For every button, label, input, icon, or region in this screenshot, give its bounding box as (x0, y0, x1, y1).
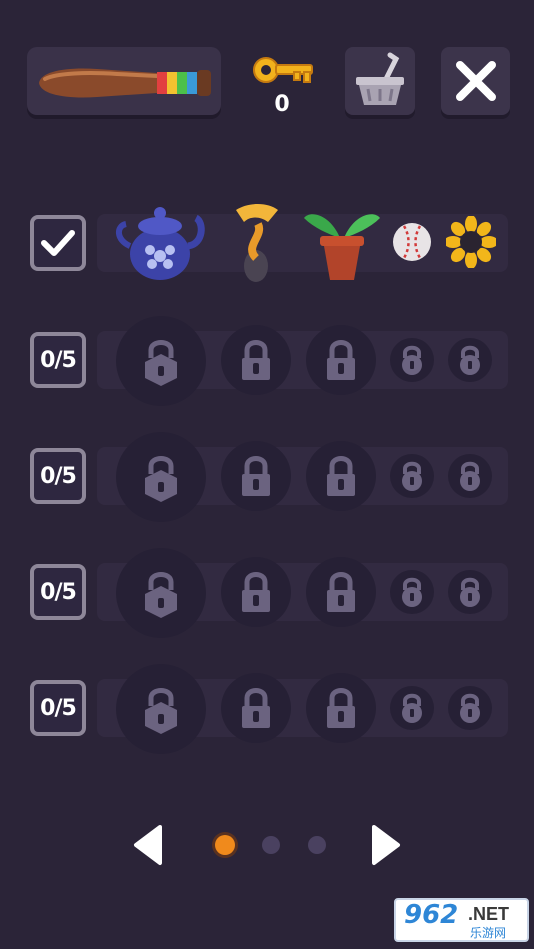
lock-icon (402, 693, 422, 723)
locked-slot[interactable] (116, 432, 206, 522)
shop-button[interactable] (345, 47, 415, 115)
locked-slot[interactable] (116, 664, 206, 754)
locked-slot[interactable] (221, 673, 291, 743)
page-dot-3[interactable] (308, 836, 326, 854)
key-count: 0 (274, 92, 290, 117)
arrow-left-icon[interactable] (130, 824, 164, 866)
lock-icon (460, 461, 480, 491)
lock-icon (402, 577, 422, 607)
lock-icon (402, 345, 422, 375)
site-watermark: 962 .NET 乐游网 (394, 898, 529, 942)
locked-slot[interactable] (306, 673, 376, 743)
row-4-status-badge: 0/5 (30, 564, 86, 620)
row-3-progress: 0/5 (40, 463, 77, 489)
row-4-progress: 0/5 (40, 579, 77, 605)
locked-slot[interactable] (390, 338, 434, 382)
lock-icon (145, 572, 177, 618)
sunflower-icon[interactable] (446, 216, 496, 268)
locked-slot[interactable] (221, 557, 291, 627)
lock-icon (460, 693, 480, 723)
watermark-number: 962 (404, 900, 459, 930)
locked-slot[interactable] (448, 570, 492, 614)
locked-slot[interactable] (390, 570, 434, 614)
equipped-weapon-panel[interactable] (27, 47, 221, 115)
row-5-progress: 0/5 (40, 695, 77, 721)
row-3-status-badge: 0/5 (30, 448, 86, 504)
locked-slot[interactable] (390, 454, 434, 498)
teapot-icon[interactable] (112, 196, 208, 286)
arrow-right-icon[interactable] (370, 824, 404, 866)
row-1-status-badge (30, 215, 86, 271)
row-2-status-badge: 0/5 (30, 332, 86, 388)
close-button[interactable] (441, 47, 510, 115)
lock-icon (402, 461, 422, 491)
lock-icon (327, 340, 355, 380)
lock-icon (145, 456, 177, 502)
page-dot-2[interactable] (262, 836, 280, 854)
locked-slot[interactable] (448, 454, 492, 498)
locked-slot[interactable] (221, 441, 291, 511)
lock-icon (327, 688, 355, 728)
baseball-icon[interactable] (390, 220, 434, 264)
locked-slot[interactable] (306, 441, 376, 511)
lock-icon (242, 688, 270, 728)
locked-slot[interactable] (116, 316, 206, 406)
potted-plant-icon[interactable] (300, 204, 384, 284)
checkmark-icon (41, 230, 75, 256)
row-2-progress: 0/5 (40, 347, 77, 373)
locked-slot[interactable] (221, 325, 291, 395)
golden-key-icon (253, 57, 313, 83)
lock-icon (327, 456, 355, 496)
locked-slot[interactable] (448, 338, 492, 382)
row-5-status-badge: 0/5 (30, 680, 86, 736)
locked-slot[interactable] (306, 325, 376, 395)
watermark-domain: .NET (468, 904, 510, 924)
page-dot-1-core (215, 835, 235, 855)
lock-icon (145, 340, 177, 386)
lock-icon (242, 572, 270, 612)
horn-icon[interactable] (228, 200, 284, 286)
lock-icon (460, 345, 480, 375)
locked-slot[interactable] (306, 557, 376, 627)
lock-icon (145, 688, 177, 734)
baseball-bat-icon (39, 68, 211, 98)
lock-icon (242, 340, 270, 380)
watermark-subtitle: 乐游网 (470, 926, 507, 940)
shopping-basket-icon (356, 52, 404, 105)
locked-slot[interactable] (448, 686, 492, 730)
key-indicator (250, 50, 316, 90)
close-x-icon (455, 61, 496, 101)
locked-slot[interactable] (116, 548, 206, 638)
locked-slot[interactable] (390, 686, 434, 730)
lock-icon (327, 572, 355, 612)
lock-icon (242, 456, 270, 496)
lock-icon (460, 577, 480, 607)
